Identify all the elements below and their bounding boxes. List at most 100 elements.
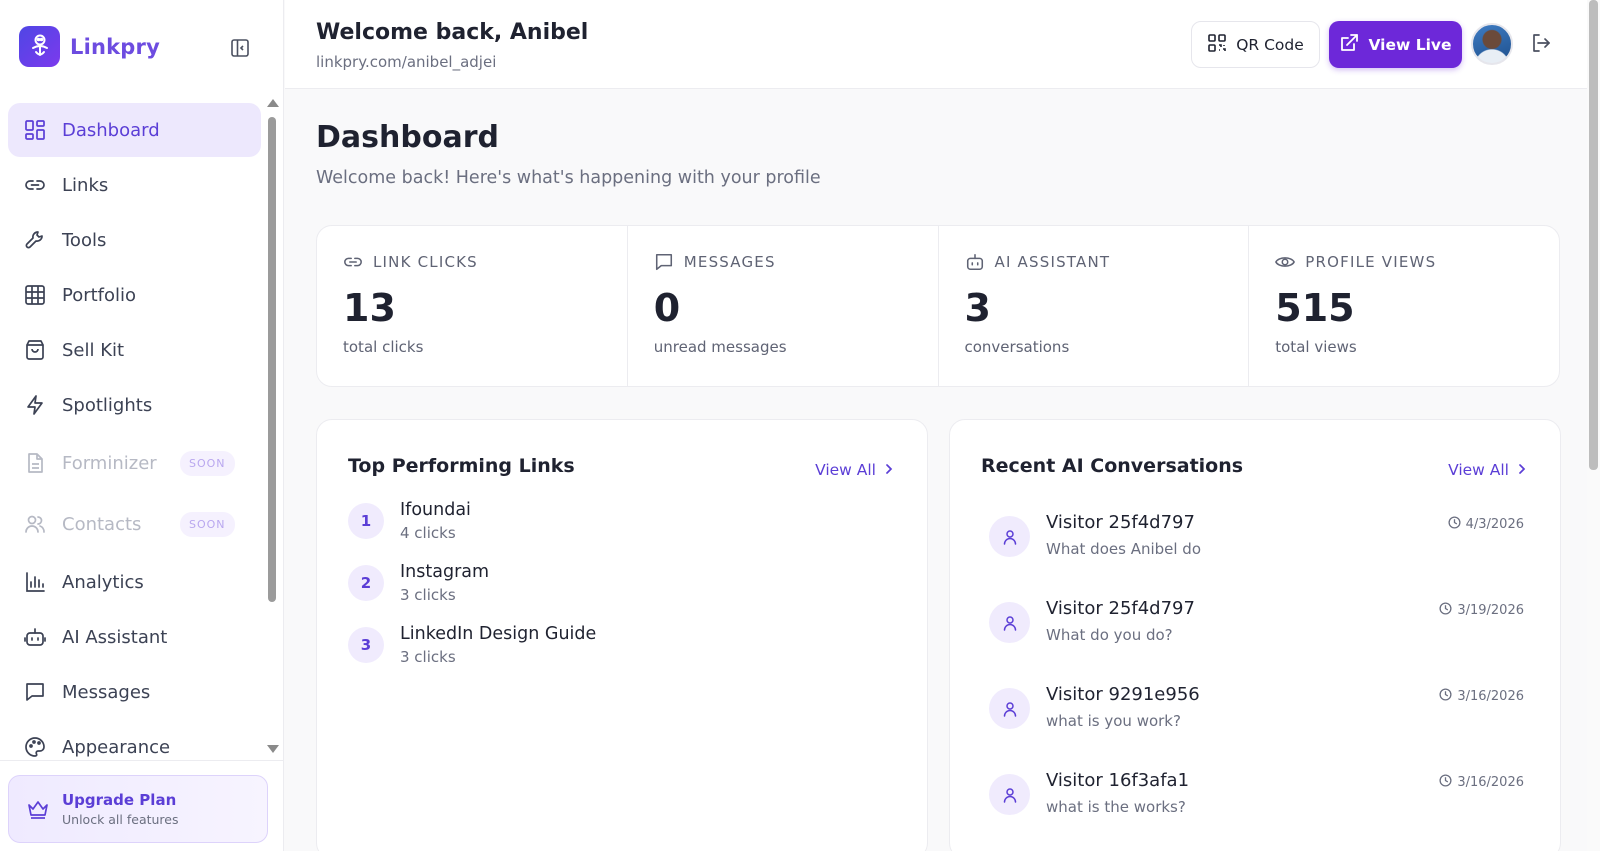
stat-profile-views: PROFILE VIEWS 515 total views — [1249, 226, 1559, 386]
sidebar-item-spotlights[interactable]: Spotlights — [8, 378, 261, 432]
user-icon — [989, 602, 1030, 643]
upgrade-subtitle: Unlock all features — [62, 812, 179, 827]
dashboard-icon — [23, 118, 47, 142]
link-icon — [23, 173, 47, 197]
link-name: Instagram — [400, 562, 490, 582]
shopping-bag-icon — [23, 338, 47, 362]
users-icon — [23, 512, 47, 536]
crown-icon — [26, 797, 50, 821]
stat-label: AI ASSISTANT — [994, 253, 1111, 271]
upgrade-title: Upgrade Plan — [62, 791, 177, 809]
sidebar-item-label: Analytics — [62, 571, 144, 593]
user-icon — [989, 774, 1030, 815]
user-icon — [989, 688, 1030, 729]
rank-badge: 1 — [348, 503, 384, 539]
sidebar-item-label: Links — [62, 174, 109, 196]
sidebar-item-label: Appearance — [62, 736, 171, 758]
brand-name: Linkpry — [70, 34, 160, 59]
upgrade-plan-button[interactable]: Upgrade Plan Unlock all features — [8, 775, 268, 843]
view-live-button[interactable]: View Live — [1329, 21, 1462, 68]
link-icon — [343, 252, 363, 272]
sidebar-item-ai-assistant[interactable]: AI Assistant — [8, 610, 261, 664]
sidebar-item-sell-kit[interactable]: Sell Kit — [8, 323, 261, 377]
conversation-item[interactable]: Visitor 16f3afa1 what is the works? 3/16… — [989, 770, 1524, 830]
qr-code-button[interactable]: QR Code — [1191, 21, 1320, 68]
conversation-message: what is the works? — [1046, 798, 1186, 816]
visitor-name: Visitor 9291e956 — [1046, 684, 1200, 705]
sidebar-item-appearance[interactable]: Appearance — [8, 720, 261, 774]
scroll-thumb[interactable] — [268, 117, 276, 602]
message-icon — [654, 252, 674, 272]
list-item[interactable]: 2 Instagram 3 clicks — [348, 558, 489, 608]
stat-label: MESSAGES — [683, 253, 776, 271]
bar-chart-icon — [23, 570, 47, 594]
conversation-message: what is you work? — [1046, 712, 1181, 730]
external-link-icon — [1339, 33, 1359, 57]
sidebar-item-label: Dashboard — [62, 119, 160, 141]
user-avatar[interactable] — [1471, 23, 1513, 65]
sidebar-item-label: Forminizer — [62, 452, 157, 474]
view-all-label: View All — [1448, 461, 1509, 479]
palette-icon — [23, 735, 47, 759]
soon-badge: SOON — [180, 451, 235, 476]
view-all-label: View All — [815, 461, 876, 479]
sidebar-item-label: Sell Kit — [62, 339, 125, 361]
stat-caption: total views — [1275, 338, 1357, 356]
sidebar-item-label: Messages — [62, 681, 151, 703]
sidebar-item-analytics[interactable]: Analytics — [8, 555, 261, 609]
clock-icon — [1439, 602, 1452, 619]
grid-icon — [23, 283, 47, 307]
sidebar-item-portfolio[interactable]: Portfolio — [8, 268, 261, 322]
link-name: LinkedIn Design Guide — [400, 624, 597, 644]
link-clicks: 3 clicks — [400, 648, 456, 666]
sidebar-nav: Dashboard Links Tools Portfolio Sell Kit… — [8, 103, 261, 775]
brand[interactable]: Linkpry — [19, 26, 160, 67]
list-item[interactable]: 1 Ifoundai 4 clicks — [348, 496, 471, 546]
conversation-item[interactable]: Visitor 25f4d797 What does Anibel do 4/3… — [989, 512, 1524, 572]
sidebar-item-label: AI Assistant — [62, 626, 168, 648]
rank-badge: 2 — [348, 565, 384, 601]
bot-icon — [965, 252, 985, 272]
conversation-date: 4/3/2026 — [1465, 517, 1524, 532]
conversations-view-all[interactable]: View All — [1448, 461, 1527, 479]
rank-badge: 3 — [348, 627, 384, 663]
page-scroll-thumb[interactable] — [1589, 0, 1598, 470]
stat-label: LINK CLICKS — [373, 253, 478, 271]
qr-code-icon — [1207, 33, 1227, 57]
message-icon — [23, 680, 47, 704]
list-item[interactable]: 3 LinkedIn Design Guide 3 clicks — [348, 620, 596, 670]
chevron-right-icon — [884, 461, 894, 479]
link-clicks: 4 clicks — [400, 524, 456, 542]
page-scrollbar[interactable] — [1587, 0, 1600, 851]
top-header: Welcome back, Anibel linkpry.com/anibel_… — [285, 0, 1587, 89]
logout-icon[interactable] — [1530, 32, 1554, 56]
sidebar-item-contacts: Contacts SOON — [8, 494, 261, 554]
visitor-name: Visitor 16f3afa1 — [1046, 770, 1190, 791]
stat-ai-assistant: AI ASSISTANT 3 conversations — [939, 226, 1250, 386]
conversation-date: 3/19/2026 — [1457, 603, 1524, 618]
link-name: Ifoundai — [400, 500, 471, 520]
scroll-down-arrow-icon[interactable] — [267, 745, 279, 753]
conversation-item[interactable]: Visitor 9291e956 what is you work? 3/16/… — [989, 684, 1524, 744]
stat-value: 515 — [1275, 286, 1355, 330]
clock-icon — [1439, 774, 1452, 791]
sidebar-item-links[interactable]: Links — [8, 158, 261, 212]
sidebar-item-dashboard[interactable]: Dashboard — [8, 103, 261, 157]
conversation-date: 3/16/2026 — [1457, 689, 1524, 704]
clock-icon — [1448, 516, 1461, 533]
sidebar-item-messages[interactable]: Messages — [8, 665, 261, 719]
scroll-up-arrow-icon[interactable] — [267, 99, 279, 107]
sidebar-item-tools[interactable]: Tools — [8, 213, 261, 267]
top-links-view-all[interactable]: View All — [815, 461, 894, 479]
link-clicks: 3 clicks — [400, 586, 456, 604]
document-icon — [23, 451, 47, 475]
conversation-item[interactable]: Visitor 25f4d797 What do you do? 3/19/20… — [989, 598, 1524, 658]
collapse-sidebar-icon[interactable] — [229, 37, 251, 59]
clock-icon — [1439, 688, 1452, 705]
sidebar-item-label: Spotlights — [62, 394, 153, 416]
visitor-name: Visitor 25f4d797 — [1046, 598, 1195, 619]
lightning-icon — [23, 393, 47, 417]
stat-link-clicks: LINK CLICKS 13 total clicks — [317, 226, 628, 386]
stat-caption: total clicks — [343, 338, 424, 356]
sidebar-scrollbar[interactable] — [265, 97, 279, 755]
